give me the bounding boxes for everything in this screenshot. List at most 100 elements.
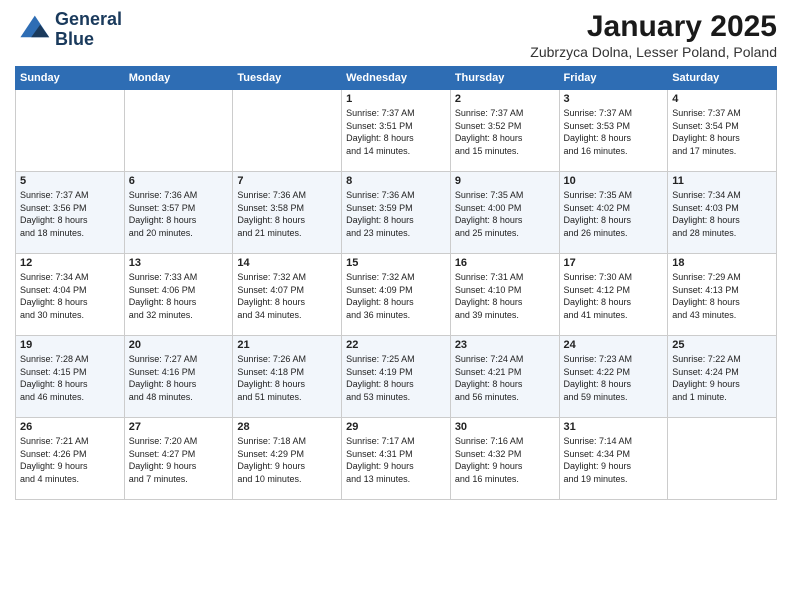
day-number: 30	[455, 421, 555, 433]
day-info: Sunrise: 7:34 AM Sunset: 4:04 PM Dayligh…	[20, 271, 120, 321]
day-cell: 21Sunrise: 7:26 AM Sunset: 4:18 PM Dayli…	[233, 336, 342, 418]
week-row-0: 1 Sunrise: 7:37 AM Sunset: 3:51 PM Daylig…	[16, 90, 777, 172]
day-info: Sunrise: 7:25 AM Sunset: 4:19 PM Dayligh…	[346, 353, 446, 403]
day-number: 28	[237, 421, 337, 433]
day-info: Sunrise: 7:37 AM Sunset: 3:54 PM Dayligh…	[672, 107, 772, 157]
day-number: 27	[129, 421, 229, 433]
day-info: Sunrise: 7:32 AM Sunset: 4:09 PM Dayligh…	[346, 271, 446, 321]
day-cell: 13 Sunrise: 7:33 AM Sunset: 4:06 PM Dayli…	[124, 254, 233, 336]
day-number: 17	[564, 257, 664, 269]
day-info: Sunrise: 7:31 AM Sunset: 4:10 PM Dayligh…	[455, 271, 555, 321]
day-number: 7	[237, 175, 337, 187]
location-title: Zubrzyca Dolna, Lesser Poland, Poland	[530, 44, 777, 60]
day-cell: 17Sunrise: 7:30 AM Sunset: 4:12 PM Dayli…	[559, 254, 668, 336]
day-cell: 3Sunrise: 7:37 AM Sunset: 3:53 PM Daylig…	[559, 90, 668, 172]
day-number: 22	[346, 339, 446, 351]
day-info: Sunrise: 7:34 AM Sunset: 4:03 PM Dayligh…	[672, 189, 772, 239]
day-number: 1	[346, 93, 446, 105]
day-info: Sunrise: 7:14 AM Sunset: 4:34 PM Dayligh…	[564, 435, 664, 485]
day-cell: 20 Sunrise: 7:27 AM Sunset: 4:16 PM Dayli…	[124, 336, 233, 418]
day-cell: 24Sunrise: 7:23 AM Sunset: 4:22 PM Dayli…	[559, 336, 668, 418]
day-number: 5	[20, 175, 120, 187]
header-tuesday: Tuesday	[233, 67, 342, 90]
logo-text: General Blue	[55, 10, 122, 50]
day-info: Sunrise: 7:37 AM Sunset: 3:56 PM Dayligh…	[20, 189, 120, 239]
header-friday: Friday	[559, 67, 668, 90]
day-number: 10	[564, 175, 664, 187]
day-cell: 2 Sunrise: 7:37 AM Sunset: 3:52 PM Daylig…	[450, 90, 559, 172]
logo-line2: Blue	[55, 30, 122, 50]
day-number: 4	[672, 93, 772, 105]
day-cell: 30Sunrise: 7:16 AM Sunset: 4:32 PM Dayli…	[450, 418, 559, 500]
week-row-2: 12 Sunrise: 7:34 AM Sunset: 4:04 PM Dayli…	[16, 254, 777, 336]
calendar-header-row: SundayMondayTuesdayWednesdayThursdayFrid…	[16, 67, 777, 90]
day-info: Sunrise: 7:22 AM Sunset: 4:24 PM Dayligh…	[672, 353, 772, 403]
header-monday: Monday	[124, 67, 233, 90]
day-cell: 7Sunrise: 7:36 AM Sunset: 3:58 PM Daylig…	[233, 172, 342, 254]
day-cell: 11 Sunrise: 7:34 AM Sunset: 4:03 PM Dayli…	[668, 172, 777, 254]
day-cell: 1 Sunrise: 7:37 AM Sunset: 3:51 PM Daylig…	[342, 90, 451, 172]
day-info: Sunrise: 7:37 AM Sunset: 3:52 PM Dayligh…	[455, 107, 555, 157]
day-info: Sunrise: 7:18 AM Sunset: 4:29 PM Dayligh…	[237, 435, 337, 485]
day-number: 3	[564, 93, 664, 105]
day-cell: 15 Sunrise: 7:32 AM Sunset: 4:09 PM Dayli…	[342, 254, 451, 336]
day-cell: 18 Sunrise: 7:29 AM Sunset: 4:13 PM Dayli…	[668, 254, 777, 336]
day-cell: 4 Sunrise: 7:37 AM Sunset: 3:54 PM Daylig…	[668, 90, 777, 172]
day-info: Sunrise: 7:24 AM Sunset: 4:21 PM Dayligh…	[455, 353, 555, 403]
day-number: 26	[20, 421, 120, 433]
day-cell: 23 Sunrise: 7:24 AM Sunset: 4:21 PM Dayli…	[450, 336, 559, 418]
day-cell: 29 Sunrise: 7:17 AM Sunset: 4:31 PM Dayli…	[342, 418, 451, 500]
day-number: 18	[672, 257, 772, 269]
day-cell: 25 Sunrise: 7:22 AM Sunset: 4:24 PM Dayli…	[668, 336, 777, 418]
header-wednesday: Wednesday	[342, 67, 451, 90]
day-cell: 28 Sunrise: 7:18 AM Sunset: 4:29 PM Dayli…	[233, 418, 342, 500]
day-number: 16	[455, 257, 555, 269]
day-number: 25	[672, 339, 772, 351]
day-info: Sunrise: 7:21 AM Sunset: 4:26 PM Dayligh…	[20, 435, 120, 485]
day-cell: 5 Sunrise: 7:37 AM Sunset: 3:56 PM Daylig…	[16, 172, 125, 254]
day-cell: 26 Sunrise: 7:21 AM Sunset: 4:26 PM Dayli…	[16, 418, 125, 500]
day-number: 31	[564, 421, 664, 433]
day-cell: 19Sunrise: 7:28 AM Sunset: 4:15 PM Dayli…	[16, 336, 125, 418]
day-cell: 6Sunrise: 7:36 AM Sunset: 3:57 PM Daylig…	[124, 172, 233, 254]
day-number: 11	[672, 175, 772, 187]
day-cell	[16, 90, 125, 172]
calendar-table: SundayMondayTuesdayWednesdayThursdayFrid…	[15, 66, 777, 500]
day-cell: 27 Sunrise: 7:20 AM Sunset: 4:27 PM Dayli…	[124, 418, 233, 500]
day-info: Sunrise: 7:32 AM Sunset: 4:07 PM Dayligh…	[237, 271, 337, 321]
day-cell: 16 Sunrise: 7:31 AM Sunset: 4:10 PM Dayli…	[450, 254, 559, 336]
day-number: 29	[346, 421, 446, 433]
day-info: Sunrise: 7:29 AM Sunset: 4:13 PM Dayligh…	[672, 271, 772, 321]
day-number: 14	[237, 257, 337, 269]
day-number: 2	[455, 93, 555, 105]
day-number: 23	[455, 339, 555, 351]
day-info: Sunrise: 7:20 AM Sunset: 4:27 PM Dayligh…	[129, 435, 229, 485]
day-info: Sunrise: 7:35 AM Sunset: 4:00 PM Dayligh…	[455, 189, 555, 239]
day-info: Sunrise: 7:27 AM Sunset: 4:16 PM Dayligh…	[129, 353, 229, 403]
header-saturday: Saturday	[668, 67, 777, 90]
day-number: 15	[346, 257, 446, 269]
day-cell: 10 Sunrise: 7:35 AM Sunset: 4:02 PM Dayli…	[559, 172, 668, 254]
day-cell	[124, 90, 233, 172]
week-row-4: 26 Sunrise: 7:21 AM Sunset: 4:26 PM Dayli…	[16, 418, 777, 500]
day-info: Sunrise: 7:35 AM Sunset: 4:02 PM Dayligh…	[564, 189, 664, 239]
day-number: 9	[455, 175, 555, 187]
day-number: 19	[20, 339, 120, 351]
day-info: Sunrise: 7:33 AM Sunset: 4:06 PM Dayligh…	[129, 271, 229, 321]
title-block: January 2025 Zubrzyca Dolna, Lesser Pola…	[530, 10, 777, 60]
day-info: Sunrise: 7:36 AM Sunset: 3:59 PM Dayligh…	[346, 189, 446, 239]
day-number: 8	[346, 175, 446, 187]
day-info: Sunrise: 7:26 AM Sunset: 4:18 PM Dayligh…	[237, 353, 337, 403]
day-cell: 9 Sunrise: 7:35 AM Sunset: 4:00 PM Daylig…	[450, 172, 559, 254]
day-info: Sunrise: 7:37 AM Sunset: 3:51 PM Dayligh…	[346, 107, 446, 157]
day-number: 12	[20, 257, 120, 269]
day-cell	[233, 90, 342, 172]
day-number: 13	[129, 257, 229, 269]
day-cell: 12 Sunrise: 7:34 AM Sunset: 4:04 PM Dayli…	[16, 254, 125, 336]
header: General Blue January 2025 Zubrzyca Dolna…	[15, 10, 777, 60]
day-info: Sunrise: 7:17 AM Sunset: 4:31 PM Dayligh…	[346, 435, 446, 485]
day-number: 20	[129, 339, 229, 351]
week-row-3: 19Sunrise: 7:28 AM Sunset: 4:15 PM Dayli…	[16, 336, 777, 418]
day-number: 6	[129, 175, 229, 187]
day-number: 24	[564, 339, 664, 351]
